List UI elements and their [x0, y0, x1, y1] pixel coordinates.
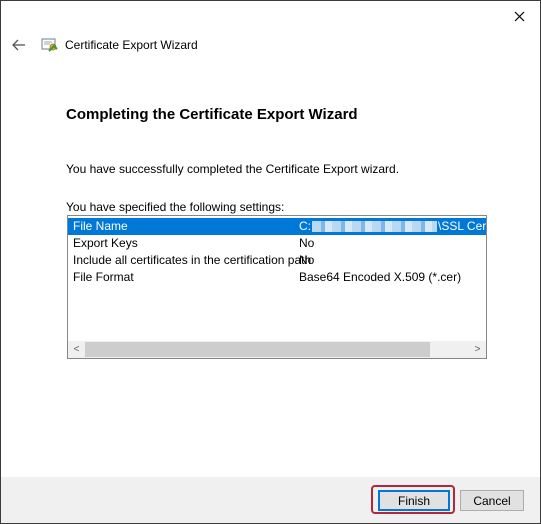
- settings-row-file-name[interactable]: File Name C: \SSL Certif: [68, 218, 486, 235]
- close-button[interactable]: [506, 5, 532, 27]
- setting-value: No: [299, 236, 315, 250]
- setting-name: Include all certificates in the certific…: [73, 253, 312, 267]
- scroll-thumb[interactable]: [85, 342, 430, 357]
- setting-value-prefix: C:: [299, 219, 311, 233]
- setting-value: Base64 Encoded X.509 (*.cer): [299, 270, 462, 284]
- close-icon: [514, 11, 524, 21]
- finish-button[interactable]: Finish: [378, 490, 450, 511]
- redacted-path: [312, 221, 437, 233]
- scroll-right-button[interactable]: >: [469, 341, 486, 358]
- arrow-left-icon: [12, 39, 25, 51]
- chevron-left-icon: <: [73, 344, 80, 355]
- setting-name: File Name: [73, 219, 128, 233]
- horizontal-scrollbar[interactable]: < >: [68, 341, 486, 358]
- settings-rows: File Name C: \SSL Certif Export Keys No I…: [68, 218, 486, 286]
- setting-value-suffix: \SSL Certif: [438, 219, 487, 233]
- button-bar: Finish Cancel: [1, 477, 540, 523]
- back-button[interactable]: [9, 35, 29, 55]
- settings-row-export-keys[interactable]: Export Keys No: [68, 235, 486, 252]
- wizard-window: Certificate Export Wizard Completing the…: [0, 0, 541, 524]
- settings-list[interactable]: File Name C: \SSL Certif Export Keys No I…: [67, 215, 487, 359]
- settings-row-include-all[interactable]: Include all certificates in the certific…: [68, 252, 486, 269]
- scroll-left-button[interactable]: <: [68, 341, 85, 358]
- setting-name: Export Keys: [73, 236, 138, 250]
- page-title: Completing the Certificate Export Wizard: [66, 106, 358, 123]
- setting-name: File Format: [73, 270, 134, 284]
- certificate-icon: [41, 36, 59, 54]
- settings-row-file-format[interactable]: File Format Base64 Encoded X.509 (*.cer): [68, 269, 486, 286]
- setting-value: C: \SSL Certif: [299, 218, 487, 235]
- settings-label: You have specified the following setting…: [66, 200, 285, 214]
- setting-value: No: [299, 253, 315, 267]
- wizard-header: Certificate Export Wizard: [9, 33, 198, 57]
- success-message: You have successfully completed the Cert…: [66, 162, 400, 176]
- wizard-title: Certificate Export Wizard: [65, 38, 198, 52]
- cancel-button[interactable]: Cancel: [460, 490, 524, 511]
- chevron-right-icon: >: [474, 344, 481, 355]
